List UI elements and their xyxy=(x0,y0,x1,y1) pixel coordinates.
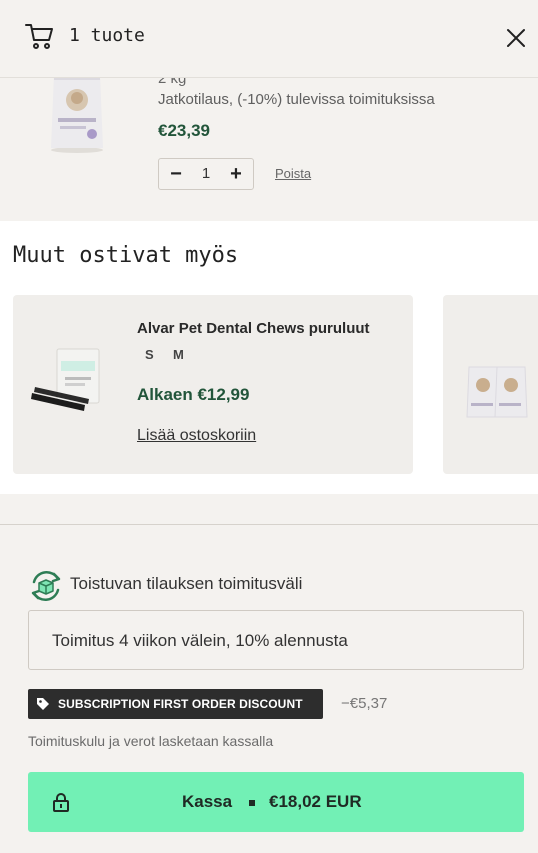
upsell-product-name[interactable]: Alvar Pet Dental Chews puruluut xyxy=(137,320,370,337)
cart-line-item: 2 kg Jatkotilaus, (-10%) tulevissa toimi… xyxy=(0,78,538,220)
increase-quantity-button[interactable]: + xyxy=(221,159,251,189)
subscription-note: Jatkotilaus, (-10%) tulevissa toimituksi… xyxy=(158,91,435,108)
separator-dot xyxy=(249,800,255,806)
decrease-quantity-button[interactable]: − xyxy=(161,159,191,189)
cart-header: 1 tuote xyxy=(0,0,538,78)
upsell-section: Muut ostivat myös Alvar Pet Dental Chews… xyxy=(0,221,538,494)
add-to-cart-link[interactable]: Lisää ostoskoriin xyxy=(137,427,256,445)
delivery-interval-select[interactable]: Toimitus 4 viikon välein, 10% alennusta xyxy=(28,610,524,670)
discount-badge: SUBSCRIPTION FIRST ORDER DISCOUNT xyxy=(28,689,323,719)
quantity-value[interactable]: 1 xyxy=(189,159,223,189)
item-price: €23,39 xyxy=(158,121,210,140)
upsell-product-card: Alvar Pet Dental Chews puruluut S M Alka… xyxy=(13,295,413,474)
variant-option-s[interactable]: S xyxy=(145,347,154,362)
tag-icon xyxy=(37,698,49,710)
upsell-title: Muut ostivat myös xyxy=(13,243,239,268)
delivery-interval-label: Toistuvan tilauksen toimitusväli xyxy=(70,574,303,593)
discount-amount: −€5,37 xyxy=(341,695,388,712)
checkout-button[interactable]: Kassa €18,02 EUR xyxy=(28,772,524,832)
upsell-product-price: Alkaen €12,99 xyxy=(137,385,250,404)
quantity-stepper: − 1 + xyxy=(158,158,254,190)
cart-count-title: 1 tuote xyxy=(69,25,145,46)
variant-size-text: 2 kg xyxy=(158,78,187,87)
remove-item-link[interactable]: Poista xyxy=(275,166,311,181)
checkout-label: Kassa xyxy=(182,792,233,811)
dog-food-bags-image xyxy=(466,366,528,418)
shipping-tax-note: Toimituskulu ja verot lasketaan kassalla xyxy=(28,733,274,749)
recurring-delivery-icon xyxy=(31,570,61,602)
checkout-total: €18,02 EUR xyxy=(269,792,362,811)
discount-label: SUBSCRIPTION FIRST ORDER DISCOUNT xyxy=(58,697,303,711)
delivery-interval-value: Toimitus 4 viikon välein, 10% alennusta xyxy=(52,631,348,650)
variant-option-m[interactable]: M xyxy=(173,347,184,362)
upsell-product-card-partial[interactable] xyxy=(443,295,538,474)
dental-chews-image xyxy=(31,348,100,411)
lock-icon xyxy=(53,793,69,812)
dog-food-bag-image xyxy=(51,78,103,153)
cart-icon xyxy=(25,24,53,49)
close-icon[interactable] xyxy=(503,25,529,51)
section-divider xyxy=(0,524,538,525)
